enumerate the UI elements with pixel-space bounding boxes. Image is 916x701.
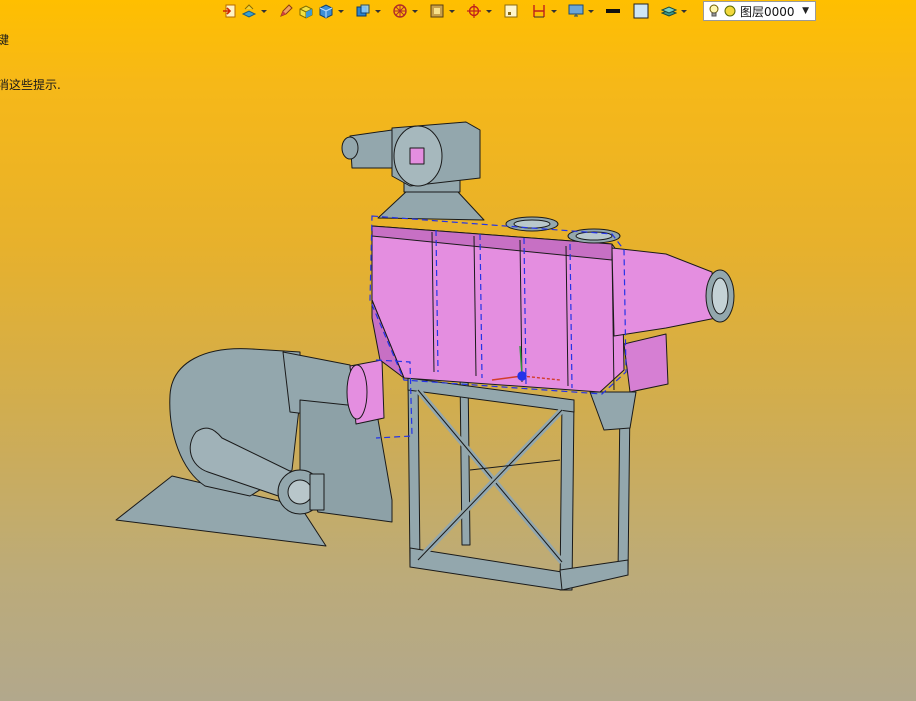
valve-shaft xyxy=(409,147,425,165)
lower-hopper xyxy=(589,391,637,431)
valve-motor-end xyxy=(341,136,359,160)
cad-model-viewport[interactable] xyxy=(0,0,916,701)
outlet-cone xyxy=(611,247,717,337)
fan-motor-face xyxy=(287,479,313,505)
hopper-transition xyxy=(377,189,485,221)
side-box xyxy=(623,333,669,393)
fan-motor-body xyxy=(309,473,325,511)
inlet-port-1-bore xyxy=(513,219,551,229)
outlet-flange-bore xyxy=(711,277,729,315)
frame-bottom-beam xyxy=(409,547,563,591)
pipe-flange xyxy=(346,364,368,420)
frame-leg-front-left xyxy=(407,377,421,568)
